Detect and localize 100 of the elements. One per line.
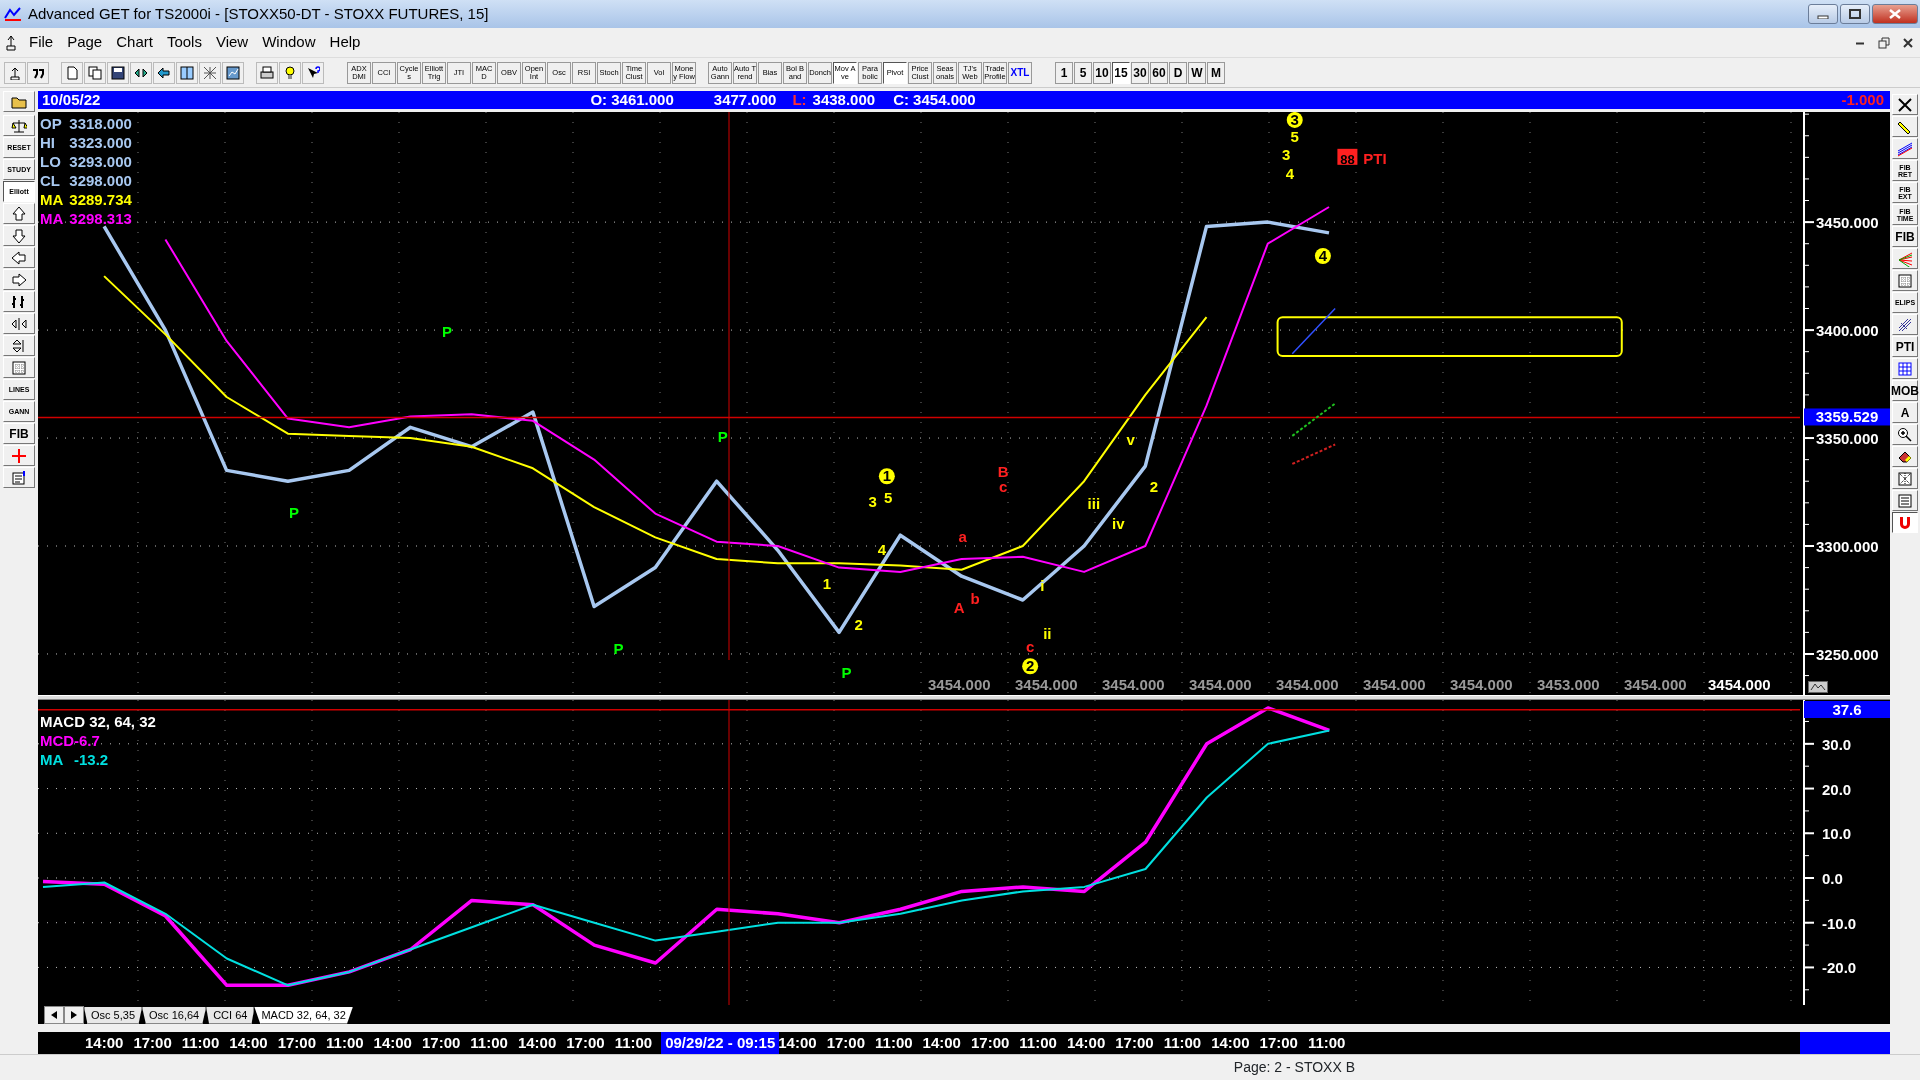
tool-button[interactable]: PTI bbox=[1892, 336, 1918, 357]
menu-item[interactable]: Tools bbox=[159, 29, 209, 56]
circled-wave-label: 4 bbox=[1314, 247, 1331, 264]
tool-button[interactable]: MOB bbox=[1892, 380, 1918, 401]
legend-value: 3318.000 bbox=[69, 114, 132, 133]
axis-label: 30.0 bbox=[1822, 735, 1852, 753]
tool-button[interactable]: FIB bbox=[3, 423, 35, 444]
wave-label: 1 bbox=[822, 575, 831, 593]
indicator-tab[interactable]: MACD 32, 64, 32 bbox=[254, 1007, 353, 1024]
wave-label: v bbox=[1126, 430, 1135, 448]
wave-label: c bbox=[1026, 637, 1035, 655]
tool-button[interactable]: FIB bbox=[1892, 226, 1918, 247]
wave-label: ii bbox=[1043, 624, 1052, 642]
time-label: 14:00 bbox=[516, 1032, 558, 1053]
legend-label: MA bbox=[40, 750, 65, 769]
wave-label: PTI bbox=[1363, 149, 1387, 167]
legend-value: 3289.734 bbox=[69, 190, 132, 209]
wave-label: P bbox=[717, 428, 728, 446]
time-label: 14:00 bbox=[84, 1032, 125, 1053]
time-label: 17:00 bbox=[132, 1032, 173, 1053]
axis-label: 10.0 bbox=[1822, 825, 1852, 843]
interval-button[interactable]: W bbox=[1188, 61, 1206, 84]
circled-wave-label: 3 bbox=[1286, 112, 1303, 128]
menu-item[interactable]: Page bbox=[60, 29, 110, 56]
current-value-label: 37.6 bbox=[1804, 701, 1890, 718]
legend-label: HI bbox=[40, 133, 56, 152]
price-value-label: 3454.000 bbox=[1276, 676, 1339, 693]
wave-label: P bbox=[442, 322, 453, 340]
menu-item[interactable]: View bbox=[208, 29, 256, 56]
signal-marker: 88 bbox=[1337, 148, 1358, 167]
wave-label: A bbox=[953, 598, 965, 616]
axis-label: -20.0 bbox=[1822, 959, 1857, 977]
tool-button[interactable]: A bbox=[1892, 402, 1918, 423]
legend-value: -6.7 bbox=[74, 731, 100, 750]
menu-item[interactable]: Help bbox=[322, 29, 368, 56]
indicator-tab[interactable]: Osc 16,64 bbox=[142, 1007, 207, 1024]
time-label: 17:00 bbox=[1114, 1032, 1155, 1053]
time-label: 17:00 bbox=[420, 1032, 462, 1053]
wave-label: iv bbox=[1112, 514, 1125, 532]
wave-label: iii bbox=[1087, 495, 1101, 513]
time-label: 14:00 bbox=[1210, 1032, 1251, 1053]
time-label: 17:00 bbox=[825, 1032, 867, 1053]
wave-label: 5 bbox=[1290, 128, 1299, 146]
wave-label: 2 bbox=[854, 616, 863, 634]
menu-item[interactable]: Window bbox=[255, 29, 323, 56]
indicator-title: MACD 32, 64, 32 bbox=[40, 712, 156, 731]
close-price: C: 3454.000 bbox=[893, 91, 976, 109]
legend-value: 3293.000 bbox=[69, 152, 132, 171]
interval-button[interactable]: 1 bbox=[1055, 61, 1073, 84]
cursor-price-label: 3359.529 bbox=[1804, 408, 1890, 426]
time-label: 11:00 bbox=[180, 1032, 221, 1053]
circled-wave-label: 1 bbox=[878, 467, 895, 485]
price-value-label: 3454.000 bbox=[1363, 676, 1426, 693]
price-value-label: 3453.000 bbox=[1537, 676, 1600, 693]
wave-label: P bbox=[841, 663, 852, 681]
axis-label: 3300.000 bbox=[1816, 538, 1879, 555]
time-label: 14:00 bbox=[1065, 1032, 1107, 1053]
time-label: 14:00 bbox=[777, 1032, 818, 1053]
time-label: 14:00 bbox=[228, 1032, 269, 1053]
time-label: 17:00 bbox=[969, 1032, 1011, 1053]
time-label: 09/29/22 - 09:15 bbox=[661, 1031, 780, 1055]
price-value-label: 3454.000 bbox=[1189, 676, 1252, 693]
wave-label: B bbox=[997, 462, 1009, 480]
status-text: Page: 2 - STOXX B bbox=[1233, 1058, 1355, 1077]
quote-date: 10/05/22 bbox=[42, 91, 101, 109]
interval-button[interactable]: 30 bbox=[1131, 61, 1149, 84]
axis-label: 3250.000 bbox=[1816, 645, 1879, 663]
wave-label: b bbox=[970, 590, 980, 608]
axis-label: 3400.000 bbox=[1816, 322, 1879, 340]
interval-button[interactable]: 15 bbox=[1112, 61, 1130, 84]
time-label: 17:00 bbox=[1258, 1032, 1299, 1053]
interval-button[interactable]: 60 bbox=[1150, 61, 1168, 84]
legend-value: 3298.000 bbox=[69, 171, 132, 190]
time-label: 11:00 bbox=[469, 1032, 509, 1053]
wave-label: 3 bbox=[868, 493, 877, 511]
menu-item[interactable]: Chart bbox=[109, 29, 160, 56]
time-label: 17:00 bbox=[276, 1032, 318, 1053]
interval-button[interactable]: M bbox=[1207, 61, 1225, 84]
interval-button[interactable]: 5 bbox=[1074, 61, 1092, 84]
price-value-label: 3454.000 bbox=[1708, 676, 1771, 693]
wave-label: a bbox=[958, 527, 967, 545]
legend-label: MCD bbox=[40, 731, 74, 750]
time-label: 11:00 bbox=[1018, 1032, 1058, 1053]
interval-button[interactable]: 10 bbox=[1093, 61, 1111, 84]
axis-label: -10.0 bbox=[1822, 914, 1857, 932]
axis-label: 20.0 bbox=[1822, 780, 1852, 798]
indicator-tab[interactable]: Osc 5,35 bbox=[84, 1007, 143, 1024]
wave-label: P bbox=[613, 639, 624, 657]
legend-value: 3298.313 bbox=[69, 209, 132, 228]
price-value-label: 3454.000 bbox=[928, 676, 991, 693]
legend-label: LO bbox=[40, 152, 62, 171]
indicator-button[interactable]: XTL bbox=[1008, 61, 1032, 84]
menu-item[interactable]: File bbox=[22, 29, 61, 56]
window-title: Advanced GET for TS2000i - [STOXX50-DT - STOXX FUTURES, 15] bbox=[28, 3, 490, 24]
interval-button[interactable]: D bbox=[1169, 61, 1187, 84]
indicator-tab[interactable]: CCI 64 bbox=[206, 1007, 255, 1024]
legend-value: 3323.000 bbox=[69, 133, 132, 152]
time-label: 14:00 bbox=[372, 1032, 413, 1053]
time-label: 11:00 bbox=[325, 1032, 365, 1053]
time-label: 17:00 bbox=[565, 1032, 606, 1053]
